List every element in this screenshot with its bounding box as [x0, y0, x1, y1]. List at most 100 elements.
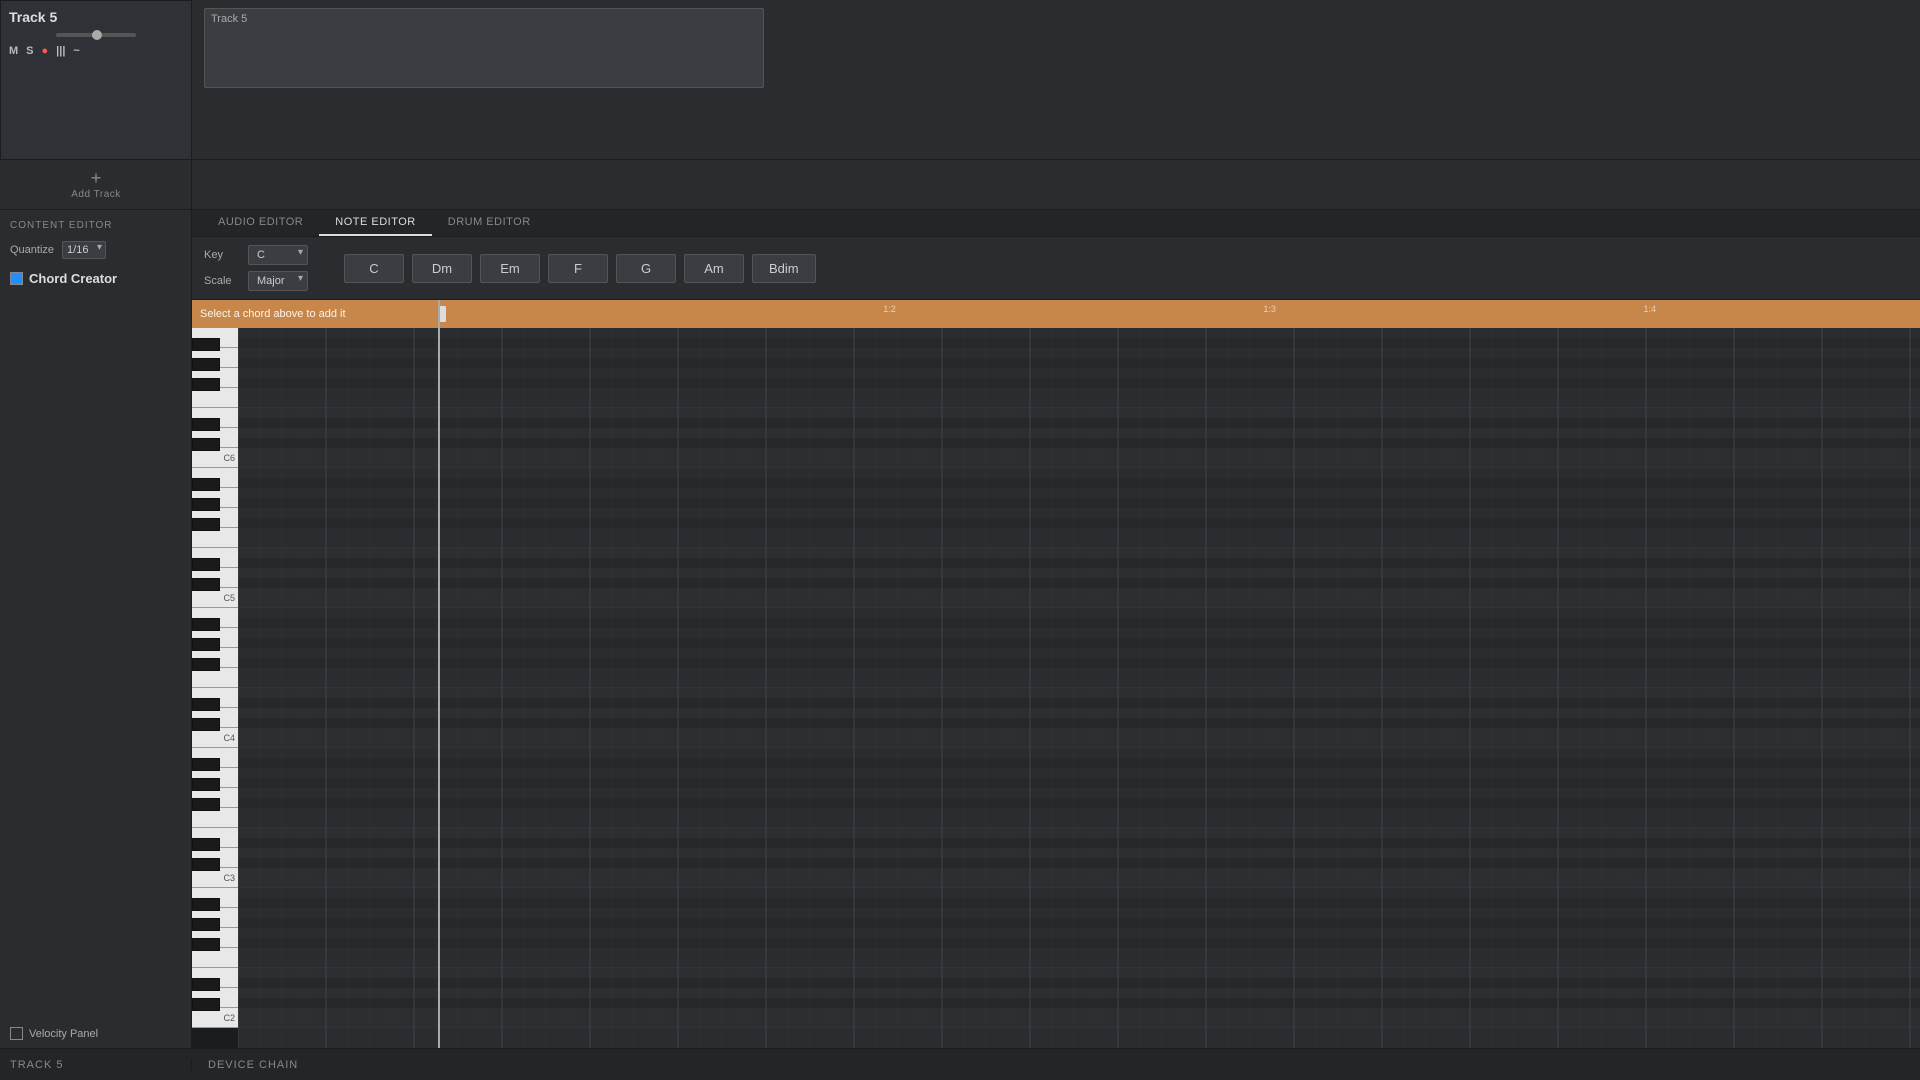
editor-tabs-and-content: AUDIO EDITOR NOTE EDITOR DRUM EDITOR Key…: [192, 210, 1920, 1048]
piano-white-key-C2[interactable]: C2: [192, 1008, 238, 1028]
chord-button-Em[interactable]: Em: [480, 254, 540, 283]
track-title: Track 5: [9, 9, 183, 25]
piano-black-key-Eb2[interactable]: [192, 978, 220, 991]
chord-creator-checkbox[interactable]: [10, 272, 23, 285]
piano-black-key-Gb2[interactable]: [192, 938, 220, 951]
record-button[interactable]: ●: [42, 45, 49, 57]
chord-button-C[interactable]: C: [344, 254, 404, 283]
piano-black-key-Ab5[interactable]: [192, 498, 220, 511]
top-area: Track 5 M S ● ||| ~ Track 5: [0, 0, 1920, 160]
velocity-panel-checkbox[interactable]: [10, 1027, 23, 1040]
tab-drum-editor[interactable]: DRUM EDITOR: [432, 210, 547, 236]
chord-button-Dm[interactable]: Dm: [412, 254, 472, 283]
chord-button-G[interactable]: G: [616, 254, 676, 283]
content-editor-label: CONTENT EDITOR: [0, 210, 191, 237]
bottom-bar: TRACK 5 DEVICE CHAIN: [0, 1048, 1920, 1080]
piano-black-key-Eb5[interactable]: [192, 558, 220, 571]
volume-thumb[interactable]: [92, 30, 102, 40]
grid-row-F4[interactable]: [238, 668, 1920, 688]
piano-white-key-C3[interactable]: C3: [192, 868, 238, 888]
piano-black-key-Bb3[interactable]: [192, 758, 220, 771]
key-scale-group: Key C C# D Scale: [204, 245, 308, 291]
grid-row-F3[interactable]: [238, 808, 1920, 828]
piano-white-key-F2[interactable]: [192, 948, 238, 968]
chord-bar-text: Select a chord above to add it: [200, 308, 346, 320]
piano-white-key-C4[interactable]: C4: [192, 728, 238, 748]
empty-track-area: [192, 160, 1920, 209]
grid-row-C6[interactable]: [238, 448, 1920, 468]
piano-black-key-Eb4[interactable]: [192, 698, 220, 711]
editor-tabs: AUDIO EDITOR NOTE EDITOR DRUM EDITOR: [192, 210, 1920, 237]
chord-button-Am[interactable]: Am: [684, 254, 744, 283]
grid-row-F2[interactable]: [238, 948, 1920, 968]
track-segment-label: Track 5: [205, 9, 763, 29]
piano-black-key-Gb6[interactable]: [192, 378, 220, 391]
piano-black-key-Eb3[interactable]: [192, 838, 220, 851]
key-label: Key: [204, 249, 240, 261]
tab-note-editor[interactable]: NOTE EDITOR: [319, 210, 431, 236]
piano-keyboard: C6 C5 C4 C3 C2: [192, 328, 238, 1028]
piano-white-key-F6[interactable]: [192, 388, 238, 408]
track-controls: M S ● ||| ~: [9, 45, 183, 57]
scale-label: Scale: [204, 275, 240, 287]
grid-row-C5[interactable]: [238, 588, 1920, 608]
piano-roll-area: Select a chord above to add it 1:2 1:3 1…: [192, 300, 1920, 1048]
chord-button-Bdim[interactable]: Bdim: [752, 254, 816, 283]
sidebar-spacer: [0, 294, 191, 1019]
piano-black-key-Ab2[interactable]: [192, 918, 220, 931]
quantize-label: Quantize: [10, 244, 54, 256]
add-track-label: Add Track: [71, 189, 121, 200]
chord-bar-handle[interactable]: [438, 306, 446, 322]
piano-white-key-C6[interactable]: C6: [192, 448, 238, 468]
main-content: CONTENT EDITOR Quantize 1/4 1/8 1/16 1/3…: [0, 210, 1920, 1048]
note-editor-content: Key C C# D Scale: [192, 237, 1920, 1048]
piano-black-key-Gb3[interactable]: [192, 798, 220, 811]
add-track-area[interactable]: + Add Track: [0, 160, 192, 209]
solo-button[interactable]: S: [26, 45, 33, 57]
chord-buttons: C Dm Em F G Am Bdim: [344, 254, 816, 283]
scale-row: Scale Major Minor: [204, 271, 308, 291]
piano-grid-container: // Rendered via SVG below: [192, 328, 1920, 1048]
track-volume-row: [9, 33, 183, 37]
piano-black-key-Ab6[interactable]: [192, 358, 220, 371]
piano-black-key-Ab4[interactable]: [192, 638, 220, 651]
piano-black-key-Db3[interactable]: [192, 858, 220, 871]
piano-black-key-Bb4[interactable]: [192, 618, 220, 631]
piano-white-key-C5[interactable]: C5: [192, 588, 238, 608]
piano-white-key-F5[interactable]: [192, 528, 238, 548]
piano-black-key-Bb6[interactable]: [192, 338, 220, 351]
velocity-panel-label: Velocity Panel: [29, 1028, 98, 1040]
grid-row-C4[interactable]: [238, 728, 1920, 748]
tab-audio-editor[interactable]: AUDIO EDITOR: [202, 210, 319, 236]
wave-button[interactable]: ~: [73, 45, 79, 57]
piano-keys: // Rendered via SVG below: [192, 328, 238, 1048]
scale-select[interactable]: Major Minor: [248, 271, 308, 291]
mixer-button[interactable]: |||: [56, 45, 65, 57]
app-wrapper: Track 5 M S ● ||| ~ Track 5 +: [0, 0, 1920, 1080]
grid-row-F5[interactable]: [238, 528, 1920, 548]
mute-button[interactable]: M: [9, 45, 18, 57]
chord-creator-row: Chord Creator: [0, 263, 191, 294]
piano-black-key-Db4[interactable]: [192, 718, 220, 731]
piano-black-key-Db6[interactable]: [192, 438, 220, 451]
grid-row-C3[interactable]: [238, 868, 1920, 888]
grid-row-F6[interactable]: [238, 388, 1920, 408]
volume-slider[interactable]: [56, 33, 136, 37]
piano-white-key-F4[interactable]: [192, 668, 238, 688]
left-panel-add: + Add Track: [0, 160, 192, 209]
track-segment[interactable]: Track 5: [204, 8, 764, 88]
piano-black-key-Ab3[interactable]: [192, 778, 220, 791]
chord-button-F[interactable]: F: [548, 254, 608, 283]
note-grid[interactable]: [238, 328, 1920, 1048]
piano-black-key-Bb5[interactable]: [192, 478, 220, 491]
grid-row-C2[interactable]: [238, 1008, 1920, 1028]
piano-black-key-Db2[interactable]: [192, 998, 220, 1011]
piano-black-key-Eb6[interactable]: [192, 418, 220, 431]
piano-black-key-Db5[interactable]: [192, 578, 220, 591]
piano-black-key-Gb5[interactable]: [192, 518, 220, 531]
piano-white-key-F3[interactable]: [192, 808, 238, 828]
key-select[interactable]: C C# D: [248, 245, 308, 265]
piano-black-key-Gb4[interactable]: [192, 658, 220, 671]
piano-black-key-Bb2[interactable]: [192, 898, 220, 911]
quantize-select[interactable]: 1/4 1/8 1/16 1/32: [62, 241, 106, 259]
